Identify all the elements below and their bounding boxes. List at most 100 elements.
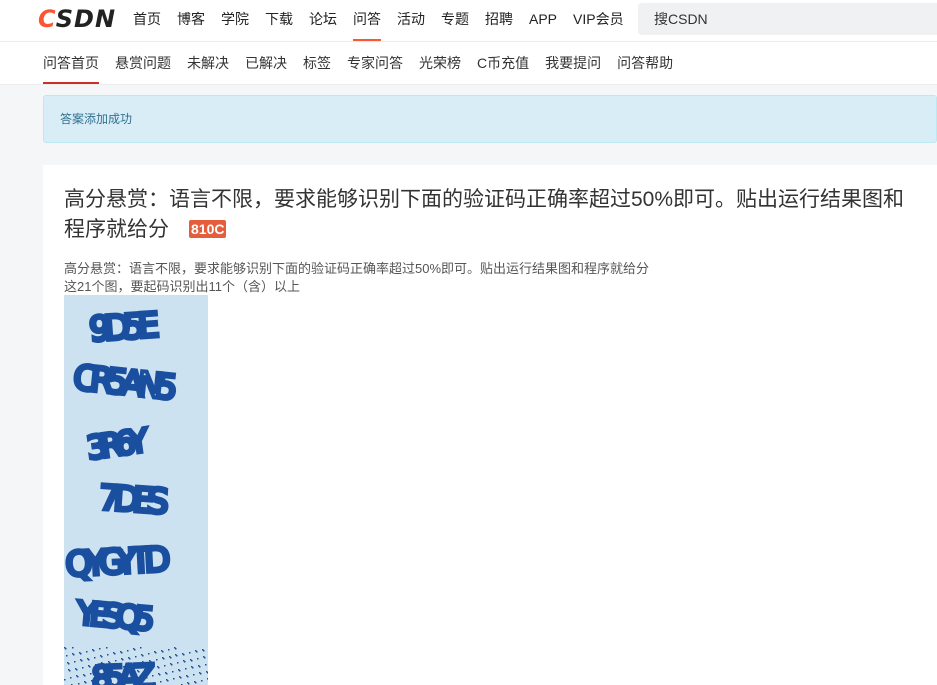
captcha-noise-dot	[183, 654, 185, 656]
captcha-noise-dot	[156, 659, 158, 661]
captcha-noise-dot	[122, 659, 124, 661]
captcha-noise-dot	[133, 680, 135, 682]
captcha-noise-dot	[127, 650, 129, 652]
captcha-noise-dot	[135, 656, 137, 658]
logo-rest: SDN	[55, 5, 117, 33]
captcha-noise-dot	[119, 682, 121, 684]
captcha-noise-dot	[151, 668, 153, 670]
subnav-item-6[interactable]: 光荣榜	[419, 42, 461, 84]
nav-item-3[interactable]: 下载	[265, 0, 293, 41]
captcha-noise-dot	[93, 650, 95, 652]
captcha-noise-dot	[103, 670, 105, 672]
captcha-text-2: 3R6Y	[84, 421, 151, 467]
captcha-noise-dot	[201, 680, 203, 682]
nav-item-5[interactable]: 问答	[353, 0, 381, 41]
captcha-noise-dot	[72, 647, 74, 649]
captcha-noise-dot	[162, 651, 164, 653]
top-navbar: CSDN 首页 博客 学院 下载 论坛 问答 活动 专题 招聘 APP VIP会员 搜CSDN	[0, 0, 937, 42]
captcha-noise-dot	[205, 664, 207, 666]
captcha-noise-dot	[136, 663, 138, 665]
subnav-item-1[interactable]: 悬赏问题	[115, 42, 171, 84]
logo-prefix: C	[38, 5, 56, 33]
captcha-noise-dot	[82, 667, 84, 669]
captcha-noise-dot	[160, 681, 162, 683]
captcha-noise-dot	[192, 667, 194, 669]
nav-item-6[interactable]: 活动	[397, 0, 425, 41]
captcha-noise-dot	[107, 654, 109, 656]
subnav-item-0[interactable]: 问答首页	[43, 42, 99, 84]
captcha-noise-dot	[170, 657, 172, 659]
captcha-noise-dot	[76, 669, 78, 671]
captcha-noise-dot	[86, 651, 88, 653]
captcha-noise-dot	[125, 674, 127, 676]
captcha-noise-dot	[173, 678, 175, 680]
captcha-noise-dot	[68, 663, 70, 665]
captcha-noise-dot	[193, 674, 195, 676]
nav-item-1[interactable]: 博客	[177, 0, 205, 41]
subnav-item-3[interactable]: 已解决	[245, 42, 287, 84]
captcha-noise-dot	[146, 677, 148, 679]
captcha-noise-dot	[126, 681, 128, 683]
nav-item-10[interactable]: VIP会员	[573, 0, 624, 41]
captcha-noise-dot	[180, 677, 182, 679]
captcha-noise-dot	[99, 648, 101, 650]
captcha-noise-dot	[80, 653, 82, 655]
reward-badge: 810C	[189, 220, 227, 238]
captcha-noise-dot	[123, 666, 125, 668]
nav-item-2[interactable]: 学院	[221, 0, 249, 41]
captcha-noise-dot	[140, 647, 142, 649]
captcha-noise-dot	[199, 666, 201, 668]
captcha-noise-dot	[207, 678, 208, 680]
captcha-noise-dot	[139, 678, 141, 680]
success-alert: 答案添加成功	[43, 95, 937, 143]
captcha-noise-dot	[189, 652, 191, 654]
subnav-item-5[interactable]: 专家问答	[347, 42, 403, 84]
captcha-noise-dot	[158, 667, 160, 669]
nav-item-8[interactable]: 招聘	[485, 0, 513, 41]
captcha-noise-dot	[159, 674, 161, 676]
subnav-item-8[interactable]: 我要提问	[545, 42, 601, 84]
captcha-noise-dot	[101, 656, 103, 658]
captcha-text-1: CR5AN5	[71, 358, 176, 408]
captcha-noise-dot	[92, 681, 94, 683]
subnav-item-9[interactable]: 问答帮助	[617, 42, 673, 84]
nav-item-4[interactable]: 论坛	[309, 0, 337, 41]
nav-item-9[interactable]: APP	[529, 0, 557, 41]
captcha-noise-dot	[64, 679, 66, 681]
captcha-noise-dot	[154, 683, 156, 685]
captcha-noise-dot	[69, 670, 71, 672]
subnav-item-4[interactable]: 标签	[303, 42, 331, 84]
captcha-text-4: QYGYTD	[64, 540, 170, 585]
captcha-noise-dot	[111, 676, 113, 678]
captcha-noise-dot	[94, 657, 96, 659]
captcha-noise-dot	[203, 650, 205, 652]
captcha-noise-dot	[195, 682, 197, 684]
captcha-noise-dot	[188, 683, 190, 685]
subnav-item-2[interactable]: 未解决	[187, 42, 229, 84]
captcha-noise-dot	[130, 665, 132, 667]
captcha-noise-dot	[177, 662, 179, 664]
captcha-noise-dot	[109, 662, 111, 664]
captcha-image: 9D5E CR5AN5 3R6Y 7DES QYGYTD YESQ5 85AZ	[64, 295, 208, 685]
captcha-noise-dot	[163, 658, 165, 660]
captcha-noise-dot	[81, 660, 83, 662]
captcha-noise-dot	[129, 658, 131, 660]
captcha-noise-dot	[166, 673, 168, 675]
search-input[interactable]: 搜CSDN	[638, 3, 937, 35]
captcha-noise-dot	[97, 672, 99, 674]
captcha-noise-dot	[207, 672, 208, 674]
captcha-noise-dot	[184, 661, 186, 663]
subnav-item-7[interactable]: C币充值	[477, 42, 529, 84]
captcha-noise-dot	[73, 654, 75, 656]
captcha-noise-dot	[105, 678, 107, 680]
captcha-noise-dot	[110, 669, 112, 671]
nav-item-7[interactable]: 专题	[441, 0, 469, 41]
captcha-noise-dot	[115, 660, 117, 662]
captcha-noise-dot	[191, 660, 193, 662]
nav-item-0[interactable]: 首页	[133, 0, 161, 41]
captcha-text-3: 7DES	[98, 478, 169, 523]
csdn-logo[interactable]: CSDN	[38, 6, 116, 32]
question-body: 高分悬赏：语言不限，要求能够识别下面的验证码正确率超过50%即可。贴出运行结果图…	[64, 260, 649, 296]
captcha-noise-dot	[131, 672, 133, 674]
captcha-noise-dot	[88, 659, 90, 661]
